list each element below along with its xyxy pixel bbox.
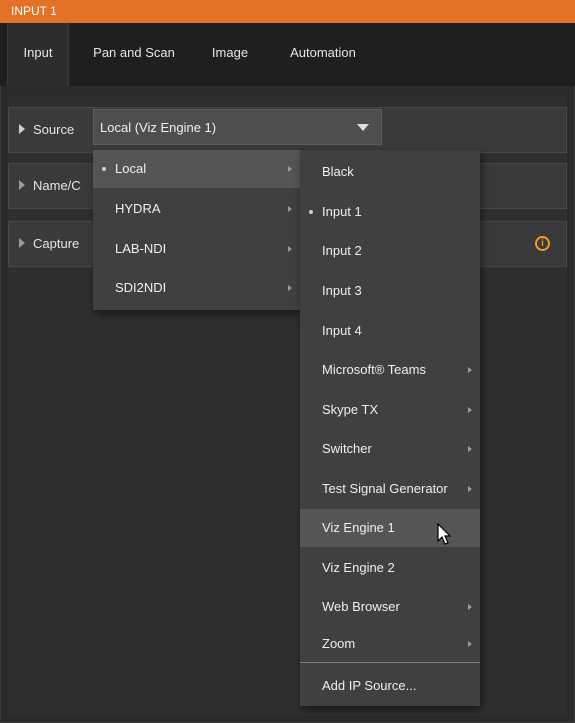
submenu-arrow-icon bbox=[468, 486, 472, 492]
menu-item-viz-engine-2[interactable]: Viz Engine 2 bbox=[300, 549, 480, 587]
submenu-arrow-icon bbox=[468, 367, 472, 373]
menu-item-lab-ndi[interactable]: LAB-NDI bbox=[93, 230, 300, 268]
tab-image[interactable]: Image bbox=[200, 23, 260, 85]
expand-arrow-icon[interactable] bbox=[19, 238, 25, 248]
submenu-arrow-icon bbox=[468, 407, 472, 413]
submenu-arrow-icon bbox=[468, 604, 472, 610]
menu-item-skype-tx[interactable]: Skype TX bbox=[300, 391, 480, 429]
source-label: Source bbox=[33, 122, 75, 137]
selected-dot-icon bbox=[102, 167, 106, 171]
menu-item-input-4[interactable]: Input 4 bbox=[300, 312, 480, 350]
name-label: Name/C bbox=[33, 178, 81, 193]
menu-divider bbox=[300, 662, 480, 663]
menu-item-add-ip-source[interactable]: Add IP Source... bbox=[300, 667, 480, 705]
menu-item-viz-engine-1[interactable]: Viz Engine 1 bbox=[300, 509, 480, 547]
tab-automation[interactable]: Automation bbox=[278, 23, 368, 85]
source-group-menu: Local HYDRA LAB-NDI SDI2NDI bbox=[93, 150, 300, 310]
source-value: Local (Viz Engine 1) bbox=[100, 120, 217, 135]
mouse-cursor-icon bbox=[437, 523, 452, 545]
submenu-arrow-icon bbox=[288, 166, 292, 172]
menu-item-local[interactable]: Local bbox=[93, 150, 300, 188]
window-title: INPUT 1 bbox=[0, 0, 575, 23]
capture-label: Capture bbox=[33, 236, 80, 251]
tab-input[interactable]: Input bbox=[7, 23, 69, 86]
expand-arrow-icon[interactable] bbox=[19, 124, 25, 134]
expand-arrow-icon[interactable] bbox=[19, 180, 25, 190]
menu-item-test-signal-generator[interactable]: Test Signal Generator bbox=[300, 470, 480, 508]
chevron-down-icon[interactable] bbox=[357, 124, 369, 131]
menu-item-hydra[interactable]: HYDRA bbox=[93, 190, 300, 228]
submenu-arrow-icon bbox=[288, 246, 292, 252]
menu-item-web-browser[interactable]: Web Browser bbox=[300, 588, 480, 626]
info-icon[interactable]: i bbox=[535, 236, 550, 251]
source-menu: Black Input 1 Input 2 Input 3 Input 4 Mi… bbox=[300, 150, 480, 706]
menu-item-zoom[interactable]: Zoom bbox=[300, 625, 480, 663]
menu-item-input-2[interactable]: Input 2 bbox=[300, 232, 480, 270]
submenu-arrow-icon bbox=[468, 641, 472, 647]
submenu-arrow-icon bbox=[468, 446, 472, 452]
submenu-arrow-icon bbox=[288, 206, 292, 212]
menu-item-input-1[interactable]: Input 1 bbox=[300, 193, 480, 231]
menu-item-switcher[interactable]: Switcher bbox=[300, 430, 480, 468]
selected-dot-icon bbox=[309, 210, 313, 214]
submenu-arrow-icon bbox=[288, 285, 292, 291]
menu-item-sdi2ndi[interactable]: SDI2NDI bbox=[93, 269, 300, 307]
tab-pan-and-scan[interactable]: Pan and Scan bbox=[84, 23, 184, 85]
tab-bar: Input Pan and Scan Image Automation bbox=[0, 23, 575, 86]
source-dropdown[interactable]: Local (Viz Engine 1) bbox=[93, 109, 382, 145]
menu-item-input-3[interactable]: Input 3 bbox=[300, 272, 480, 310]
menu-item-black[interactable]: Black bbox=[300, 153, 480, 191]
menu-item-microsoft-teams[interactable]: Microsoft® Teams bbox=[300, 351, 480, 389]
